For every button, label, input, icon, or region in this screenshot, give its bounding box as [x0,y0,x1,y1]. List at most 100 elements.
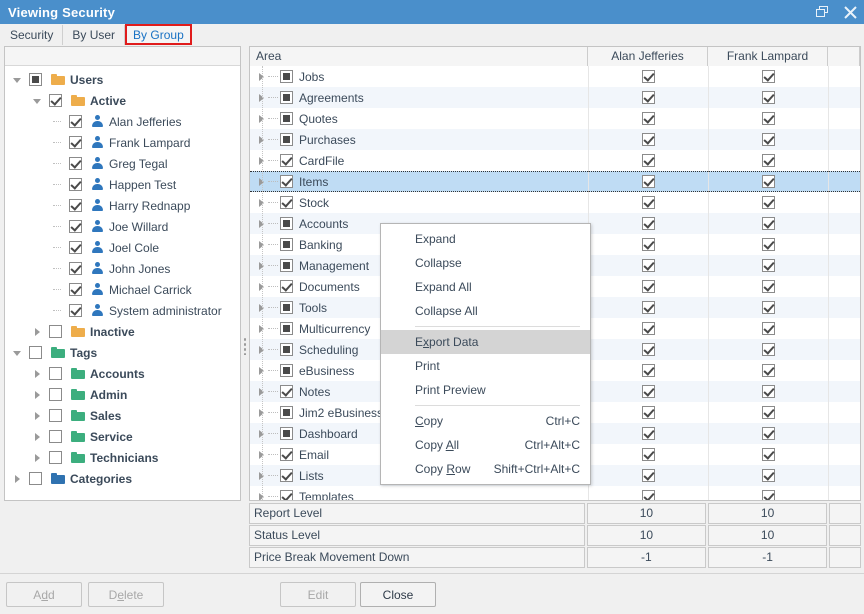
tree-item[interactable]: Frank Lampard [5,132,240,153]
frank-lampard-checkbox[interactable] [762,217,775,230]
alan-jefferies-checkbox[interactable] [642,133,655,146]
tree-item[interactable]: Joel Cole [5,237,240,258]
cell-extra[interactable] [828,339,860,360]
cell-extra[interactable] [828,108,860,129]
cell-frank-lampard[interactable] [708,87,828,108]
area-checkbox[interactable] [280,217,293,230]
area-checkbox[interactable] [280,322,293,335]
cell-frank-lampard[interactable] [708,318,828,339]
area-checkbox[interactable] [280,343,293,356]
tree-item-checkbox[interactable] [69,157,82,170]
cell-frank-lampard[interactable] [708,171,828,192]
tree-item-checkbox[interactable] [69,262,82,275]
cell-extra[interactable] [828,171,860,192]
table-row[interactable]: Purchases [250,129,860,150]
cell-area[interactable]: Agreements [250,87,588,108]
cell-extra[interactable] [828,423,860,444]
alan-jefferies-checkbox[interactable] [642,112,655,125]
cell-frank-lampard[interactable] [708,66,828,87]
chevron-right-icon[interactable] [31,405,43,426]
chevron-right-icon[interactable] [31,384,43,405]
cell-alan-jefferies[interactable] [588,360,708,381]
chevron-right-icon[interactable] [254,73,268,81]
chevron-right-icon[interactable] [254,430,268,438]
area-checkbox[interactable] [280,406,293,419]
tree-item-checkbox[interactable] [49,367,62,380]
cell-extra[interactable] [828,129,860,150]
frank-lampard-checkbox[interactable] [762,280,775,293]
alan-jefferies-checkbox[interactable] [642,343,655,356]
alan-jefferies-checkbox[interactable] [642,322,655,335]
chevron-right-icon[interactable] [254,283,268,291]
chevron-right-icon[interactable] [254,388,268,396]
splitter-handle[interactable] [243,337,247,355]
frank-lampard-checkbox[interactable] [762,343,775,356]
chevron-right-icon[interactable] [254,451,268,459]
cell-alan-jefferies[interactable] [588,255,708,276]
cell-alan-jefferies[interactable] [588,150,708,171]
tree-item[interactable]: Users [5,69,240,90]
cell-frank-lampard[interactable] [708,192,828,213]
menu-item-copy[interactable]: CopyCtrl+C [381,409,590,433]
cell-frank-lampard[interactable] [708,465,828,486]
area-checkbox[interactable] [280,175,293,188]
cell-alan-jefferies[interactable] [588,129,708,150]
area-checkbox[interactable] [280,112,293,125]
chevron-right-icon[interactable] [254,220,268,228]
chevron-right-icon[interactable] [254,262,268,270]
area-checkbox[interactable] [280,490,293,500]
alan-jefferies-checkbox[interactable] [642,175,655,188]
tree-item[interactable]: Sales [5,405,240,426]
chevron-right-icon[interactable] [254,94,268,102]
chevron-right-icon[interactable] [31,363,43,384]
alan-jefferies-checkbox[interactable] [642,469,655,482]
tree-item-checkbox[interactable] [69,115,82,128]
table-row[interactable]: Agreements [250,87,860,108]
frank-lampard-checkbox[interactable] [762,133,775,146]
grid-context-menu[interactable]: ExpandCollapseExpand AllCollapse AllExpo… [380,223,591,485]
area-checkbox[interactable] [280,364,293,377]
chevron-right-icon[interactable] [31,426,43,447]
cell-frank-lampard[interactable] [708,360,828,381]
table-row[interactable]: Jobs [250,66,860,87]
table-row[interactable]: Templates [250,486,860,500]
tree-item[interactable]: Active [5,90,240,111]
restore-icon[interactable] [808,0,836,24]
tree-item[interactable]: Categories [5,468,240,489]
area-checkbox[interactable] [280,154,293,167]
chevron-right-icon[interactable] [254,241,268,249]
chevron-right-icon[interactable] [254,367,268,375]
menu-item-export-data[interactable]: Export Data [381,330,590,354]
cell-alan-jefferies[interactable] [588,297,708,318]
column-header-area[interactable]: Area [250,47,588,66]
frank-lampard-checkbox[interactable] [762,91,775,104]
cell-alan-jefferies[interactable] [588,108,708,129]
cell-alan-jefferies[interactable] [588,192,708,213]
alan-jefferies-checkbox[interactable] [642,280,655,293]
tree-item-checkbox[interactable] [29,346,42,359]
alan-jefferies-checkbox[interactable] [642,406,655,419]
cell-alan-jefferies[interactable] [588,318,708,339]
tree-item-checkbox[interactable] [69,283,82,296]
chevron-right-icon[interactable] [254,325,268,333]
menu-item-collapse-all[interactable]: Collapse All [381,299,590,323]
menu-item-collapse[interactable]: Collapse [381,251,590,275]
tree-item-checkbox[interactable] [69,220,82,233]
chevron-right-icon[interactable] [31,321,43,342]
cell-frank-lampard[interactable] [708,150,828,171]
chevron-right-icon[interactable] [254,178,268,186]
frank-lampard-checkbox[interactable] [762,112,775,125]
tree-item[interactable]: Tags [5,342,240,363]
tree-item[interactable]: Joe Willard [5,216,240,237]
tree-item-checkbox[interactable] [69,178,82,191]
cell-alan-jefferies[interactable] [588,381,708,402]
area-checkbox[interactable] [280,70,293,83]
menu-item-copy-all[interactable]: Copy AllCtrl+Alt+C [381,433,590,457]
cell-alan-jefferies[interactable] [588,465,708,486]
frank-lampard-checkbox[interactable] [762,406,775,419]
tree-item[interactable]: John Jones [5,258,240,279]
cell-extra[interactable] [828,87,860,108]
chevron-right-icon[interactable] [31,447,43,468]
cell-extra[interactable] [828,192,860,213]
frank-lampard-checkbox[interactable] [762,490,775,500]
